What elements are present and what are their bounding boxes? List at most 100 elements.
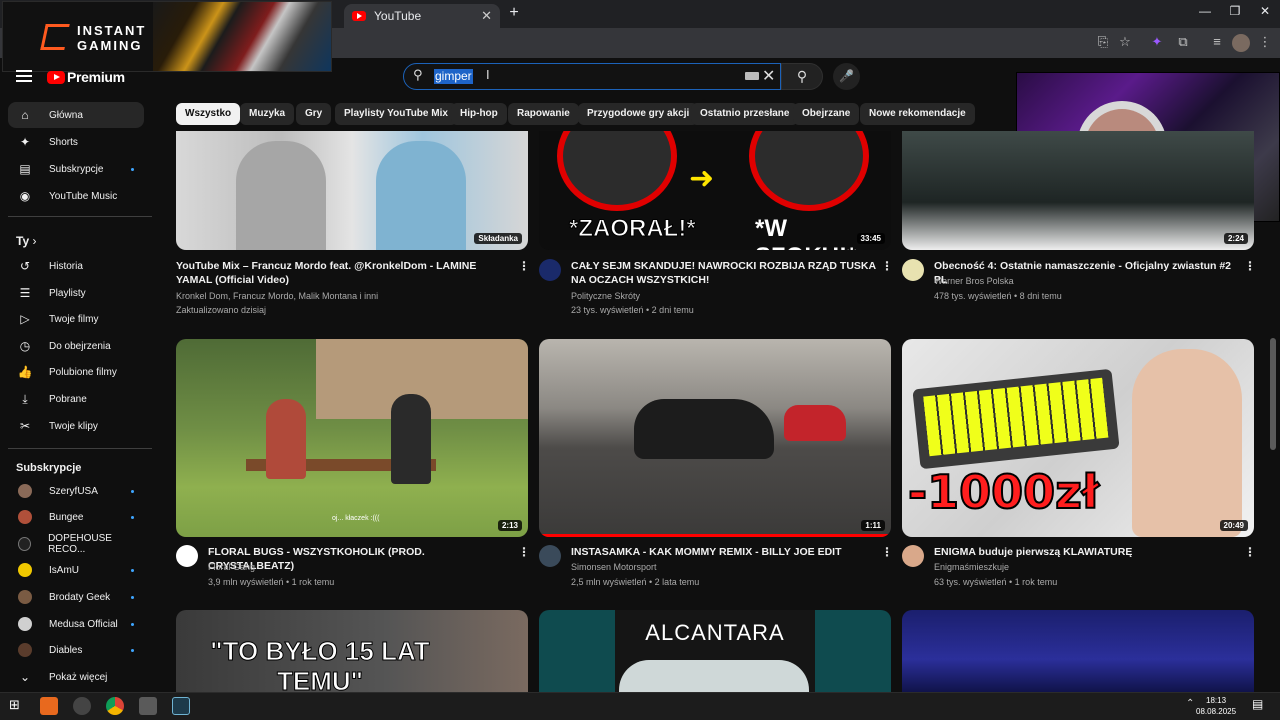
youtube-premium-logo[interactable]: Premium xyxy=(47,69,125,85)
video-title[interactable]: INSTASAMKA - KAK MOMMY REMIX - BILLY JOE… xyxy=(571,545,876,559)
sidebar-item-youtube-music[interactable]: ◉ YouTube Music xyxy=(8,183,144,209)
sidebar-item-shorts[interactable]: ✦ Shorts xyxy=(8,129,144,155)
profile-avatar[interactable] xyxy=(1232,34,1250,52)
sidebar-sub-bungee[interactable]: Bungee xyxy=(8,504,144,530)
sidebar-item-downloads[interactable]: ⤓ Pobrane xyxy=(8,386,144,412)
menu-hamburger-icon[interactable] xyxy=(16,70,32,82)
terminal-icon[interactable] xyxy=(172,697,190,715)
video-title[interactable]: CAŁY SEJM SKANDUJE! NAWROCKI ROZBIJA RZĄ… xyxy=(571,259,876,287)
video-channel[interactable]: Simonsen Motorsport xyxy=(571,560,657,574)
chip-rap[interactable]: Rapowanie xyxy=(508,103,579,125)
keyboard-icon[interactable] xyxy=(745,72,759,80)
you-heading-label: Ty xyxy=(16,234,30,248)
sidebar-sub-szeryfusa[interactable]: SzeryfUSA xyxy=(8,478,144,504)
sidebar-item-liked-videos[interactable]: 👍 Polubione filmy xyxy=(8,359,144,385)
tray-chevron-up-icon[interactable]: ⌃ xyxy=(1186,698,1194,709)
minimize-button[interactable]: — xyxy=(1190,4,1220,22)
bookmark-star-icon[interactable]: ☆ xyxy=(1116,34,1134,52)
search-button[interactable]: ⚲ xyxy=(781,63,823,90)
channel-avatar[interactable] xyxy=(176,545,198,567)
media-control-icon[interactable]: ≡ xyxy=(1208,34,1226,52)
video-thumbnail-conjuring[interactable]: 2:24 xyxy=(902,131,1254,250)
sidebar-item-label: Twoje filmy xyxy=(49,313,99,325)
sidebar-item-your-videos[interactable]: ▷ Twoje filmy xyxy=(8,306,144,332)
video-thumbnail-floral-bugs[interactable]: oj... kłaczek :((( 2:13 xyxy=(176,339,528,537)
video-title[interactable]: ENIGMA buduje pierwszą KLAWIATURĘ xyxy=(934,545,1239,559)
more-options-icon[interactable]: ⋮ xyxy=(881,259,893,273)
video-thumbnail-enigma[interactable]: -1000zł 20:49 xyxy=(902,339,1254,537)
more-options-icon[interactable]: ⋮ xyxy=(1244,259,1256,273)
channel-avatar[interactable] xyxy=(902,545,924,567)
file-explorer-icon[interactable] xyxy=(139,697,157,715)
video-channel[interactable]: Kronkel Dom, Francuz Mordo, Malik Montan… xyxy=(176,289,378,303)
chip-youtube-mix[interactable]: Playlisty YouTube Mix xyxy=(335,103,457,125)
video-meta: 478 tys. wyświetleń • 8 dni temu xyxy=(934,291,1062,301)
extension-icon[interactable]: ✦ xyxy=(1148,34,1166,52)
video-meta: 63 tys. wyświetleń • 1 rok temu xyxy=(934,577,1058,587)
video-thumbnail-instasamka[interactable]: 1:11 xyxy=(539,339,891,537)
voice-search-button[interactable]: 🎤 xyxy=(833,63,860,90)
sidebar-divider xyxy=(8,448,152,449)
app-icon-orange[interactable] xyxy=(40,697,58,715)
channel-avatar[interactable] xyxy=(539,545,561,567)
tab-close-icon[interactable]: ✕ xyxy=(481,8,492,24)
system-clock[interactable]: 18:13 08.08.2025 xyxy=(1196,695,1236,717)
chip-action-adventure[interactable]: Przygodowe gry akcji xyxy=(578,103,699,125)
sidebar-item-home[interactable]: ⌂ Główna xyxy=(8,102,144,128)
sidebar-item-label: Do obejrzenia xyxy=(49,340,111,352)
video-channel[interactable]: Enigmaśmieszkuje xyxy=(934,560,1009,574)
video-thumbnail-sejm[interactable]: ➜ *ZAORAŁ!* *W SZOKU!* 33:45 xyxy=(539,131,891,250)
sidebar-sub-dopehouse[interactable]: DOPEHOUSE RECO... xyxy=(8,531,144,557)
page-scrollbar[interactable] xyxy=(1270,338,1276,450)
video-title[interactable]: YouTube Mix – Francuz Mordo feat. @Kronk… xyxy=(176,259,506,287)
more-options-icon[interactable]: ⋮ xyxy=(518,259,530,273)
sidebar-item-label: IsAmU xyxy=(49,564,79,576)
browser-tab-youtube[interactable]: YouTube ✕ xyxy=(344,4,500,28)
more-options-icon[interactable]: ⋮ xyxy=(1244,545,1256,559)
sidebar-sub-brodaty-geek[interactable]: Brodaty Geek xyxy=(8,584,144,610)
video-channel[interactable]: Polityczne Skróty xyxy=(571,289,640,303)
install-app-icon[interactable]: ⎘ xyxy=(1094,34,1112,52)
sidebar-show-more[interactable]: ⌄ Pokaż więcej xyxy=(8,664,144,690)
restore-button[interactable]: ❐ xyxy=(1220,4,1250,22)
video-channel[interactable]: Warner Bros Polska xyxy=(934,274,1014,288)
sidebar-item-clips[interactable]: ✂ Twoje klipy xyxy=(8,413,144,439)
sidebar-you-heading[interactable]: Ty › xyxy=(16,234,36,248)
app-icon-obs[interactable] xyxy=(73,697,91,715)
clear-search-icon[interactable]: ✕ xyxy=(762,66,775,86)
sidebar-item-label: Subskrypcje xyxy=(49,163,104,175)
search-query-text[interactable]: gimper xyxy=(434,69,473,84)
sidebar-item-playlists[interactable]: ☰ Playlisty xyxy=(8,280,144,306)
sidebar-item-history[interactable]: ↺ Historia xyxy=(8,253,144,279)
channel-avatar[interactable] xyxy=(539,259,561,281)
notifications-icon[interactable]: ▤ xyxy=(1252,697,1263,711)
chip-games[interactable]: Gry xyxy=(296,103,332,125)
chip-new-recommendations[interactable]: Nowe rekomendacje xyxy=(860,103,975,125)
sidebar-sub-diables[interactable]: Diables xyxy=(8,637,144,663)
windows-start-icon[interactable]: ⊞ xyxy=(9,697,27,715)
chip-hiphop[interactable]: Hip-hop xyxy=(451,103,507,125)
video-thumbnail-row3-1[interactable]: "TO BYŁO 15 LAT TEMU" xyxy=(176,610,528,692)
more-options-icon[interactable]: ⋮ xyxy=(518,545,530,559)
chrome-icon[interactable] xyxy=(106,697,124,715)
sidebar-sub-isamu[interactable]: IsAmU xyxy=(8,557,144,583)
video-channel[interactable]: Floral Gang xyxy=(208,560,255,574)
browser-menu-icon[interactable]: ⋮ xyxy=(1256,34,1274,52)
chip-all[interactable]: Wszystko xyxy=(176,103,241,125)
chip-watched[interactable]: Obejrzane xyxy=(793,103,860,125)
chip-music[interactable]: Muzyka xyxy=(240,103,295,125)
sidebar-item-watch-later[interactable]: ◷ Do obejrzenia xyxy=(8,333,144,359)
video-thumbnail-row3-2[interactable]: ALCANTARA xyxy=(539,610,891,692)
more-options-icon[interactable]: ⋮ xyxy=(881,545,893,559)
sidebar-item-subscriptions[interactable]: ▤ Subskrypcje xyxy=(8,156,144,182)
new-tab-button[interactable]: + xyxy=(506,4,522,24)
thumbs-up-icon: 👍 xyxy=(17,365,33,379)
sidebar-sub-medusa[interactable]: Medusa Official xyxy=(8,611,144,637)
extensions-puzzle-icon[interactable]: ⧉ xyxy=(1174,34,1192,52)
channel-avatar[interactable] xyxy=(902,259,924,281)
video-thumbnail-row3-3[interactable] xyxy=(902,610,1254,692)
overlay-artwork xyxy=(153,2,331,71)
chip-recently-uploaded[interactable]: Ostatnio przesłane xyxy=(691,103,799,125)
close-window-button[interactable]: ✕ xyxy=(1250,4,1280,22)
video-thumbnail-mix[interactable]: Składanka xyxy=(176,131,528,250)
